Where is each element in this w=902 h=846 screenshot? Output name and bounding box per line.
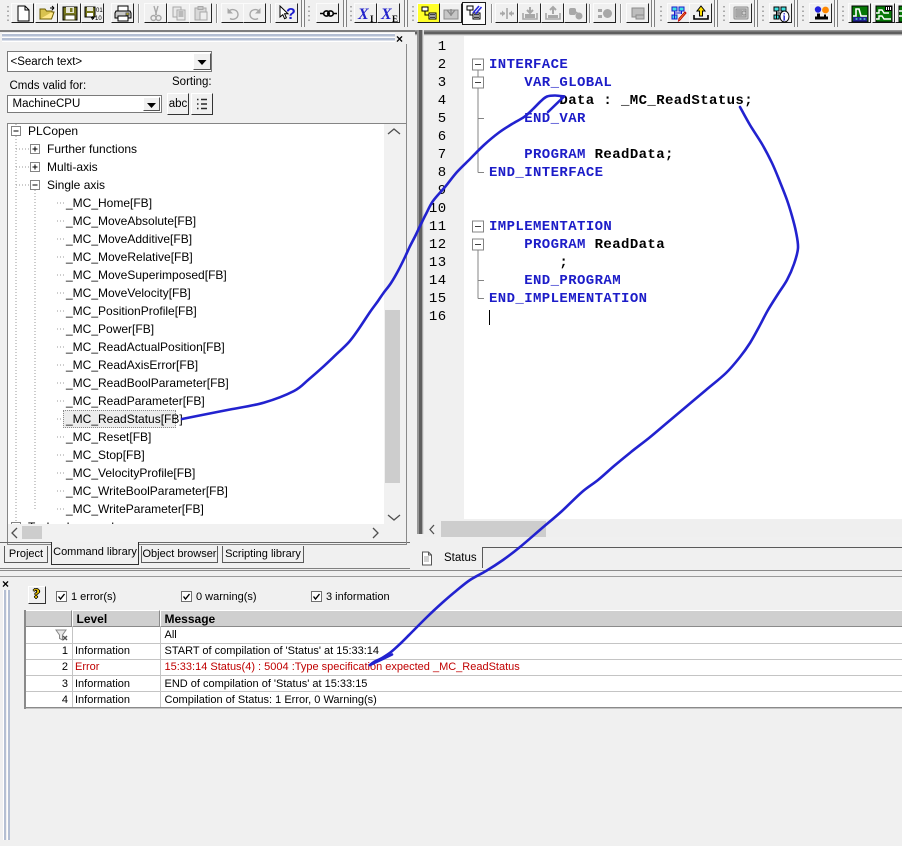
svg-text:01: 01 [96, 8, 103, 14]
svg-text:10: 10 [95, 16, 102, 22]
svg-text:E: E [392, 14, 398, 23]
svg-text:X: X [380, 6, 392, 23]
svg-text:?: ? [286, 6, 296, 23]
svg-text:I: I [370, 14, 374, 23]
svg-text:X: X [357, 6, 369, 23]
svg-text:i: i [782, 13, 785, 24]
